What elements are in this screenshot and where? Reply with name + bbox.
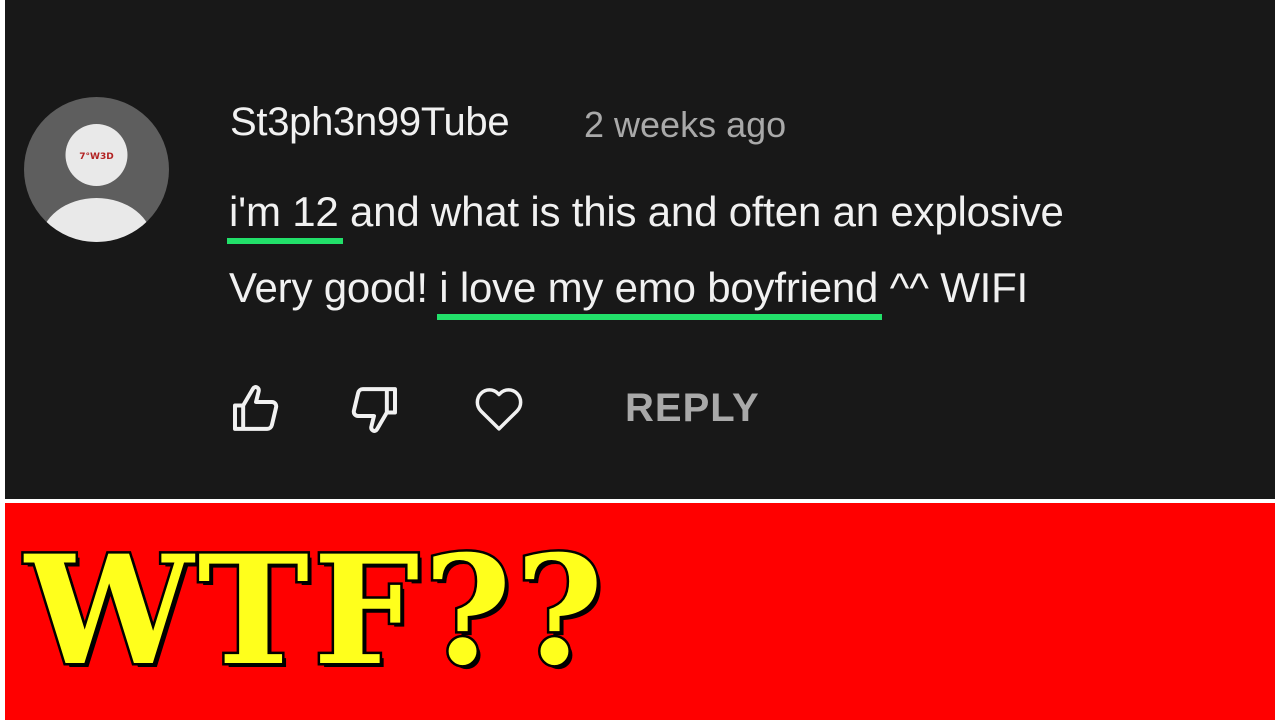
avatar-badge-text: 7°W3D (79, 152, 113, 162)
comment-text-segment: and what is this and often an explosive (338, 188, 1064, 235)
heart-button[interactable] (470, 380, 528, 438)
default-profile-avatar-icon: 7°W3D (40, 124, 153, 242)
comment-text-line-1: i'm 12 and what is this and often an exp… (227, 188, 1064, 244)
comment-text-line-2: Very good! i love my emo boyfriend ^^ WI… (229, 264, 1029, 320)
dislike-button[interactable] (345, 380, 403, 438)
comment-action-bar: REPLY (5, 380, 1275, 440)
thumbnail-frame: 7°W3D St3ph3n99Tube 2 weeks ago i'm 12 a… (0, 0, 1280, 720)
avatar[interactable]: 7°W3D (24, 97, 169, 242)
comment-text-segment: Very good! (229, 264, 440, 311)
comment-text-segment: ^^ WIFI (878, 264, 1029, 311)
caption-banner: WTF?? (5, 503, 1275, 720)
comment-timestamp[interactable]: 2 weeks ago (584, 104, 786, 146)
heart-icon (475, 388, 523, 431)
comment-card: 7°W3D St3ph3n99Tube 2 weeks ago i'm 12 a… (5, 0, 1275, 499)
highlighted-phrase-boyfriend: i love my emo boyfriend (437, 264, 883, 320)
comment-author[interactable]: St3ph3n99Tube (230, 100, 510, 145)
like-button[interactable] (227, 380, 285, 438)
thumbs-down-icon (351, 387, 397, 433)
thumbs-up-icon (233, 385, 279, 431)
highlighted-phrase-age: i'm 12 (227, 188, 343, 244)
reply-button[interactable]: REPLY (625, 386, 760, 431)
banner-caption: WTF?? (22, 523, 608, 699)
